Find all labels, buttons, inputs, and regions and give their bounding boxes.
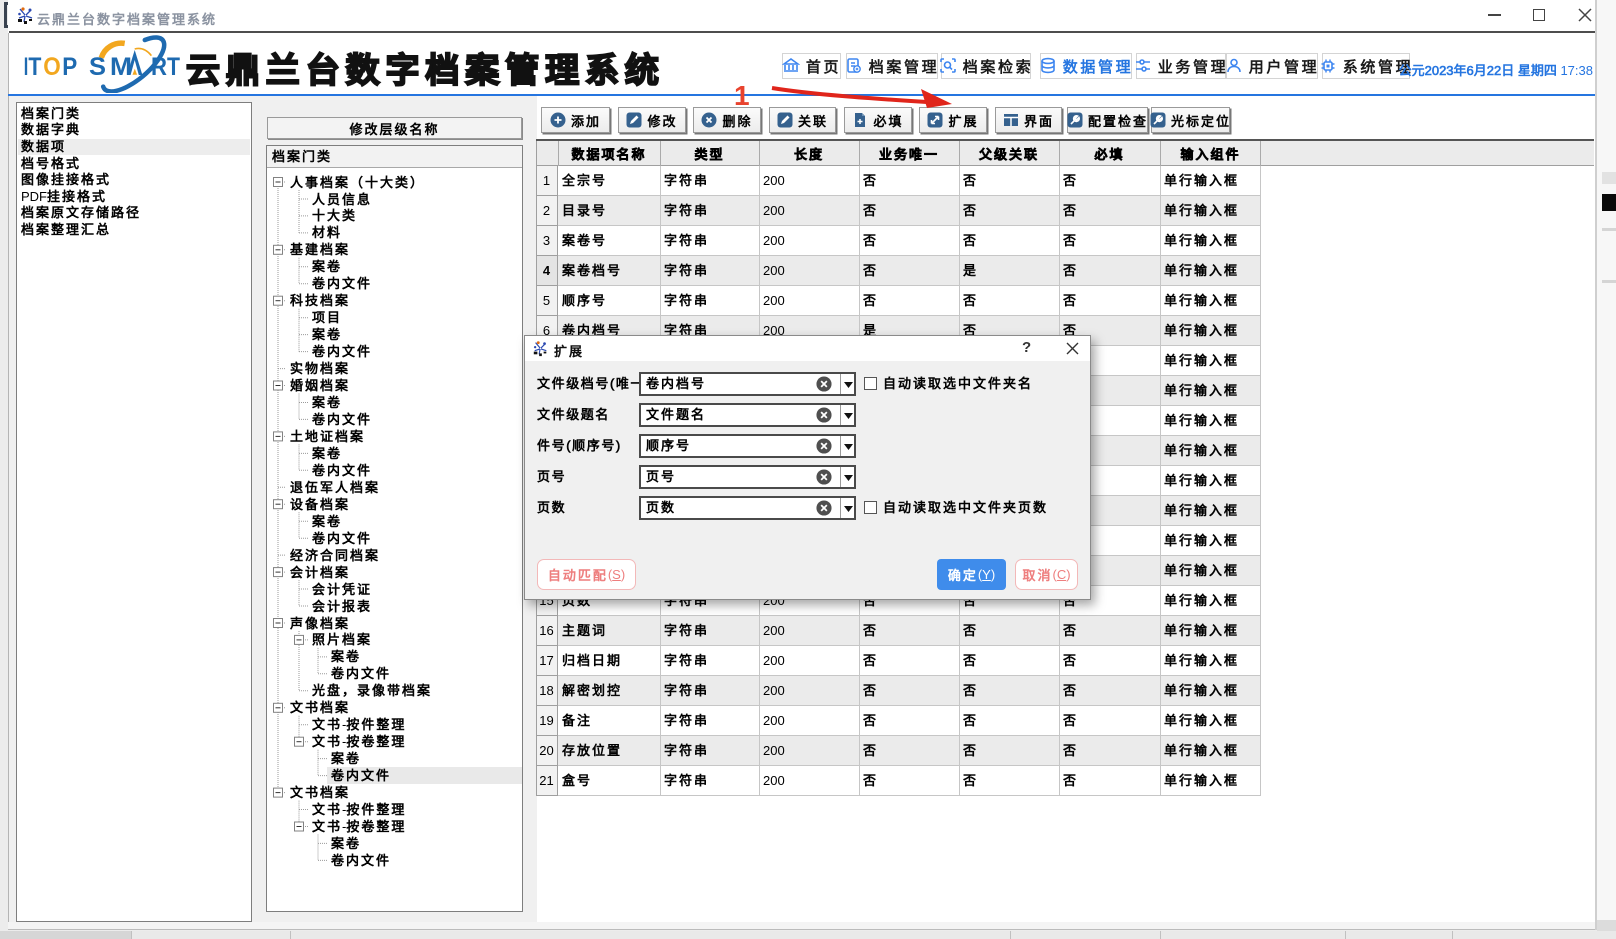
svg-text:P: P [62, 53, 77, 81]
svg-text:T: T [28, 53, 41, 81]
svg-text:S: S [89, 53, 106, 81]
svg-text:O: O [43, 53, 61, 81]
svg-text:1: 1 [734, 80, 750, 111]
svg-text:M: M [110, 53, 132, 81]
svg-text:R: R [151, 53, 167, 81]
svg-text:T: T [167, 53, 180, 81]
